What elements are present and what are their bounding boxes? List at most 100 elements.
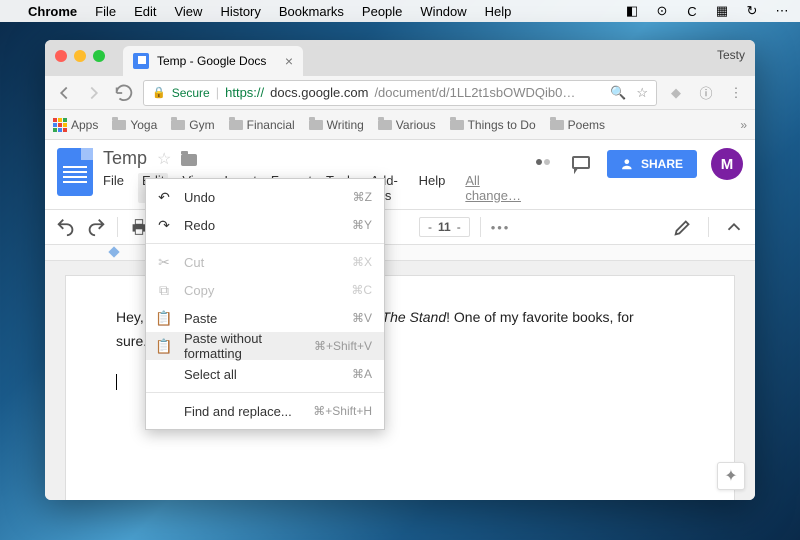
- collapse-toolbar-button[interactable]: [723, 216, 745, 238]
- docs-menu-help[interactable]: Help: [419, 173, 446, 203]
- star-icon[interactable]: ☆: [636, 85, 648, 101]
- menu-select-all[interactable]: Select all ⌘A: [146, 360, 384, 388]
- browser-tab[interactable]: Temp - Google Docs ×: [123, 46, 303, 76]
- maximize-window-button[interactable]: [93, 50, 105, 62]
- mac-menu-bookmarks[interactable]: Bookmarks: [279, 4, 344, 19]
- edit-dropdown-menu: ↶ Undo ⌘Z ↷ Redo ⌘Y ✂ Cut ⌘X ⧉ Copy ⌘C 📋…: [145, 178, 385, 430]
- document-title[interactable]: Temp: [103, 148, 147, 169]
- menu-copy: ⧉ Copy ⌘C: [146, 276, 384, 304]
- move-to-folder-button[interactable]: [181, 154, 197, 166]
- status-icon-5[interactable]: ↻: [744, 3, 760, 19]
- mac-menu-help[interactable]: Help: [485, 4, 512, 19]
- folder-icon: [112, 120, 126, 130]
- address-bar[interactable]: 🔒 Secure | https://docs.google.com/docum…: [143, 80, 657, 106]
- menu-cut: ✂ Cut ⌘X: [146, 248, 384, 276]
- menu-find-replace[interactable]: Find and replace... ⌘+Shift+H: [146, 397, 384, 425]
- url-host: docs.google.com: [270, 85, 368, 100]
- docs-favicon-icon: [133, 53, 149, 69]
- tab-strip: Temp - Google Docs × Testy: [45, 40, 755, 76]
- bookmarks-bar: Apps Yoga Gym Financial Writing Various …: [45, 110, 755, 140]
- menu-paste-without-formatting[interactable]: 📋 Paste without formatting ⌘+Shift+V: [146, 332, 384, 360]
- font-size-decrease[interactable]: -: [428, 220, 432, 234]
- redo-button[interactable]: [85, 216, 107, 238]
- undo-icon: ↶: [156, 189, 172, 206]
- activity-icon[interactable]: [531, 152, 555, 176]
- info-icon[interactable]: ⓘ: [695, 82, 717, 104]
- share-button[interactable]: SHARE: [607, 150, 697, 178]
- font-size-increase[interactable]: -: [457, 220, 461, 234]
- google-docs-logo-icon[interactable]: [57, 148, 93, 196]
- explore-button[interactable]: ✦: [717, 462, 745, 490]
- bookmark-poems[interactable]: Poems: [550, 118, 605, 132]
- scissors-icon: ✂: [156, 254, 172, 271]
- mac-menu-edit[interactable]: Edit: [134, 4, 156, 19]
- search-icon[interactable]: 🔍: [610, 85, 626, 101]
- menu-separator: [146, 243, 384, 244]
- person-add-icon: [621, 157, 635, 171]
- status-icon-1[interactable]: ◧: [624, 3, 640, 19]
- mac-menubar: Chrome File Edit View History Bookmarks …: [0, 0, 800, 22]
- reload-button[interactable]: [113, 82, 135, 104]
- chrome-profile-name[interactable]: Testy: [717, 48, 745, 62]
- clipboard-icon: 📋: [156, 310, 172, 327]
- toolbar-more[interactable]: •••: [491, 220, 511, 235]
- star-document-button[interactable]: ☆: [157, 149, 171, 169]
- mac-status-icons: ◧ ⊙ C ▦ ↻ ⋯: [624, 3, 790, 19]
- changes-saved-link[interactable]: All change…: [465, 173, 521, 203]
- folder-icon: [229, 120, 243, 130]
- window-controls: [55, 50, 105, 62]
- status-icon-3[interactable]: C: [684, 3, 700, 19]
- folder-icon: [171, 120, 185, 130]
- status-icon-4[interactable]: ▦: [714, 3, 730, 19]
- comments-icon[interactable]: [569, 152, 593, 176]
- menu-separator: [146, 392, 384, 393]
- bookmark-things-to-do[interactable]: Things to Do: [450, 118, 536, 132]
- toolbar-nav: 🔒 Secure | https://docs.google.com/docum…: [45, 76, 755, 110]
- chrome-menu-button[interactable]: ⋮: [725, 82, 747, 104]
- drive-icon[interactable]: ◆: [665, 82, 687, 104]
- bookmark-financial[interactable]: Financial: [229, 118, 295, 132]
- apps-shortcut[interactable]: Apps: [53, 118, 98, 132]
- mac-menu-people[interactable]: People: [362, 4, 402, 19]
- menu-paste[interactable]: 📋 Paste ⌘V: [146, 304, 384, 332]
- close-window-button[interactable]: [55, 50, 67, 62]
- bookmark-writing[interactable]: Writing: [309, 118, 364, 132]
- menu-undo[interactable]: ↶ Undo ⌘Z: [146, 183, 384, 211]
- folder-icon: [450, 120, 464, 130]
- text-cursor: [116, 374, 117, 390]
- mac-menu-view[interactable]: View: [174, 4, 202, 19]
- undo-button[interactable]: [55, 216, 77, 238]
- tab-title: Temp - Google Docs: [157, 54, 266, 68]
- status-icon-2[interactable]: ⊙: [654, 3, 670, 19]
- mac-menu-window[interactable]: Window: [420, 4, 466, 19]
- folder-icon: [378, 120, 392, 130]
- bookmarks-overflow-button[interactable]: »: [740, 118, 747, 132]
- menu-redo[interactable]: ↷ Redo ⌘Y: [146, 211, 384, 239]
- url-path: /document/d/1LL2t1sbOWDQib0…: [374, 85, 575, 100]
- folder-icon: [309, 120, 323, 130]
- account-avatar[interactable]: M: [711, 148, 743, 180]
- tab-close-button[interactable]: ×: [285, 53, 293, 69]
- redo-icon: ↷: [156, 217, 172, 234]
- mac-menu-history[interactable]: History: [220, 4, 260, 19]
- url-scheme: https://: [225, 85, 264, 100]
- status-icon-6[interactable]: ⋯: [774, 3, 790, 19]
- folder-icon: [550, 120, 564, 130]
- bookmark-yoga[interactable]: Yoga: [112, 118, 157, 132]
- docs-menu-file[interactable]: File: [103, 173, 124, 203]
- minimize-window-button[interactable]: [74, 50, 86, 62]
- clipboard-plain-icon: 📋: [156, 338, 172, 355]
- bookmark-various[interactable]: Various: [378, 118, 436, 132]
- back-button[interactable]: [53, 82, 75, 104]
- editing-mode-button[interactable]: [672, 216, 694, 238]
- bookmark-gym[interactable]: Gym: [171, 118, 214, 132]
- forward-button[interactable]: [83, 82, 105, 104]
- font-size-value[interactable]: 11: [438, 220, 451, 234]
- font-size-control[interactable]: - 11 -: [419, 217, 470, 237]
- secure-label: Secure: [172, 86, 210, 100]
- mac-menu-file[interactable]: File: [95, 4, 116, 19]
- apps-grid-icon: [53, 118, 67, 132]
- copy-icon: ⧉: [156, 282, 172, 299]
- mac-app-name[interactable]: Chrome: [28, 4, 77, 19]
- lock-icon: 🔒: [152, 86, 166, 99]
